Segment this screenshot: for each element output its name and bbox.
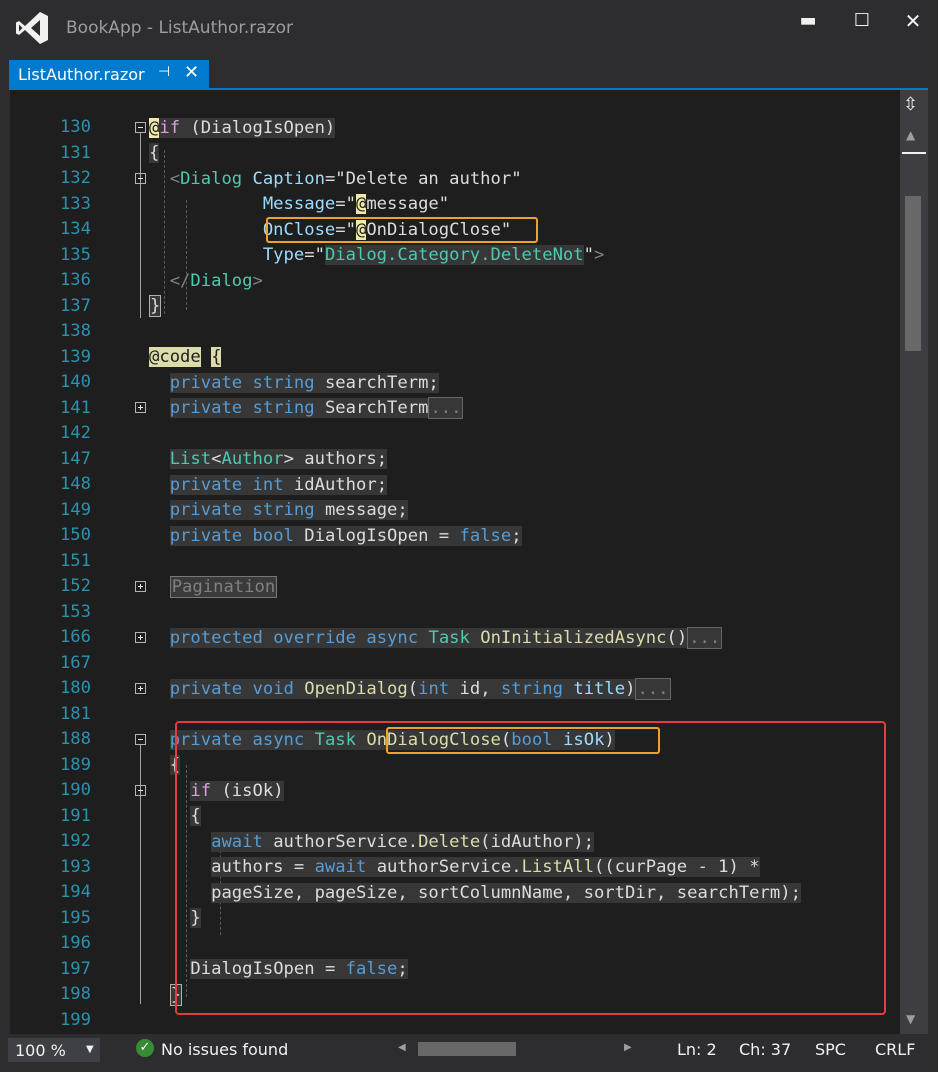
code-line: 181 private void OpenDialog(int id, stri…	[10, 677, 900, 724]
scroll-left-icon[interactable]: ◀	[398, 1042, 406, 1053]
method-highlight-box	[175, 721, 886, 1015]
zoom-value: 100 %	[15, 1041, 66, 1060]
status-bar: 100 % ▼ ✓ No issues found ◀ ▶ Ln: 2 Ch: …	[0, 1034, 938, 1072]
issues-status[interactable]: No issues found	[161, 1040, 288, 1059]
code-line: 134 Message="@message"	[10, 192, 900, 239]
code-line: 132 {	[10, 141, 900, 188]
collapse-icon[interactable]	[135, 734, 146, 745]
document-tab-strip: ListAuthor.razor ⊣ ✕ ▼ ⚙	[0, 58, 938, 140]
tab-close-icon[interactable]: ✕	[184, 62, 199, 83]
code-line: 180	[10, 651, 900, 698]
horizontal-scrollbar-thumb[interactable]	[418, 1042, 516, 1056]
tab-label: ListAuthor.razor	[18, 65, 145, 84]
scroll-right-icon[interactable]: ▶	[624, 1042, 632, 1053]
scroll-up-icon[interactable]: ▲	[906, 128, 915, 142]
code-line: 138 }	[10, 294, 900, 341]
code-line: 150 private string message;	[10, 498, 900, 545]
code-line: 133 <Dialog Caption="Delete an author"	[10, 167, 900, 214]
tab-listauthor-razor[interactable]: ListAuthor.razor ⊣ ✕	[9, 60, 209, 88]
code-line: 147	[10, 422, 900, 469]
code-line: 130	[10, 90, 900, 137]
collapse-icon[interactable]	[135, 173, 146, 184]
code-line: 151 private bool DialogIsOpen = false;	[10, 524, 900, 571]
close-window-button[interactable]: ✕	[893, 8, 933, 34]
chevron-down-icon: ▼	[86, 1044, 94, 1055]
whitespace-indicator[interactable]: SPC	[815, 1040, 846, 1059]
scrollbar-thumb[interactable]	[905, 196, 921, 351]
zoom-dropdown[interactable]: 100 % ▼	[8, 1038, 100, 1062]
collapse-icon[interactable]	[135, 785, 146, 796]
window-title: BookApp - ListAuthor.razor	[66, 18, 293, 38]
code-line: 166	[10, 600, 900, 647]
collapsed-region[interactable]: ...	[428, 397, 464, 419]
code-editor[interactable]: 130 131 @if (DialogIsOpen) 132 { 133 <Di…	[10, 90, 900, 1034]
code-line: 167 protected override async Task OnInit…	[10, 626, 900, 673]
code-line: 149 private int idAuthor;	[10, 473, 900, 520]
code-line: 137 </Dialog>	[10, 269, 900, 316]
code-line: 139	[10, 320, 900, 367]
check-circle-icon: ✓	[136, 1039, 154, 1057]
split-editor-icon[interactable]: ⇳	[903, 94, 918, 115]
pin-icon[interactable]: ⊣	[158, 64, 170, 80]
expand-icon[interactable]	[135, 632, 146, 643]
minimize-button[interactable]: ▬	[788, 8, 828, 34]
code-line: 131 @if (DialogIsOpen)	[10, 116, 900, 163]
collapse-icon[interactable]	[135, 122, 146, 133]
maximize-button[interactable]: ☐	[842, 8, 882, 34]
onclose-highlight-box	[266, 217, 538, 243]
line-ending-indicator[interactable]: CRLF	[875, 1040, 915, 1059]
collapsed-region[interactable]: ...	[687, 627, 723, 649]
title-bar: BookApp - ListAuthor.razor ▬ ☐ ✕	[0, 0, 938, 58]
expand-icon[interactable]	[135, 683, 146, 694]
visual-studio-logo-icon	[16, 12, 48, 44]
expand-icon[interactable]	[135, 581, 146, 592]
code-line: 142 private string SearchTerm...	[10, 396, 900, 443]
line-indicator[interactable]: Ln: 2	[677, 1040, 717, 1059]
code-line: 136 Type="Dialog.Category.DeleteNot">	[10, 243, 900, 290]
code-line: 148 List<Author> authors;	[10, 447, 900, 494]
code-line: 152	[10, 549, 900, 596]
expand-icon[interactable]	[135, 402, 146, 413]
code-line: 153 Pagination	[10, 575, 900, 622]
scroll-position-marker	[902, 152, 926, 154]
code-line: 141 private string searchTerm;	[10, 371, 900, 418]
collapsed-region[interactable]: ...	[635, 678, 671, 700]
collapsed-region-pagination[interactable]: Pagination	[169, 576, 278, 598]
scroll-down-icon[interactable]: ▼	[906, 1012, 915, 1026]
column-indicator[interactable]: Ch: 37	[739, 1040, 791, 1059]
code-line: 140 @code {	[10, 345, 900, 392]
